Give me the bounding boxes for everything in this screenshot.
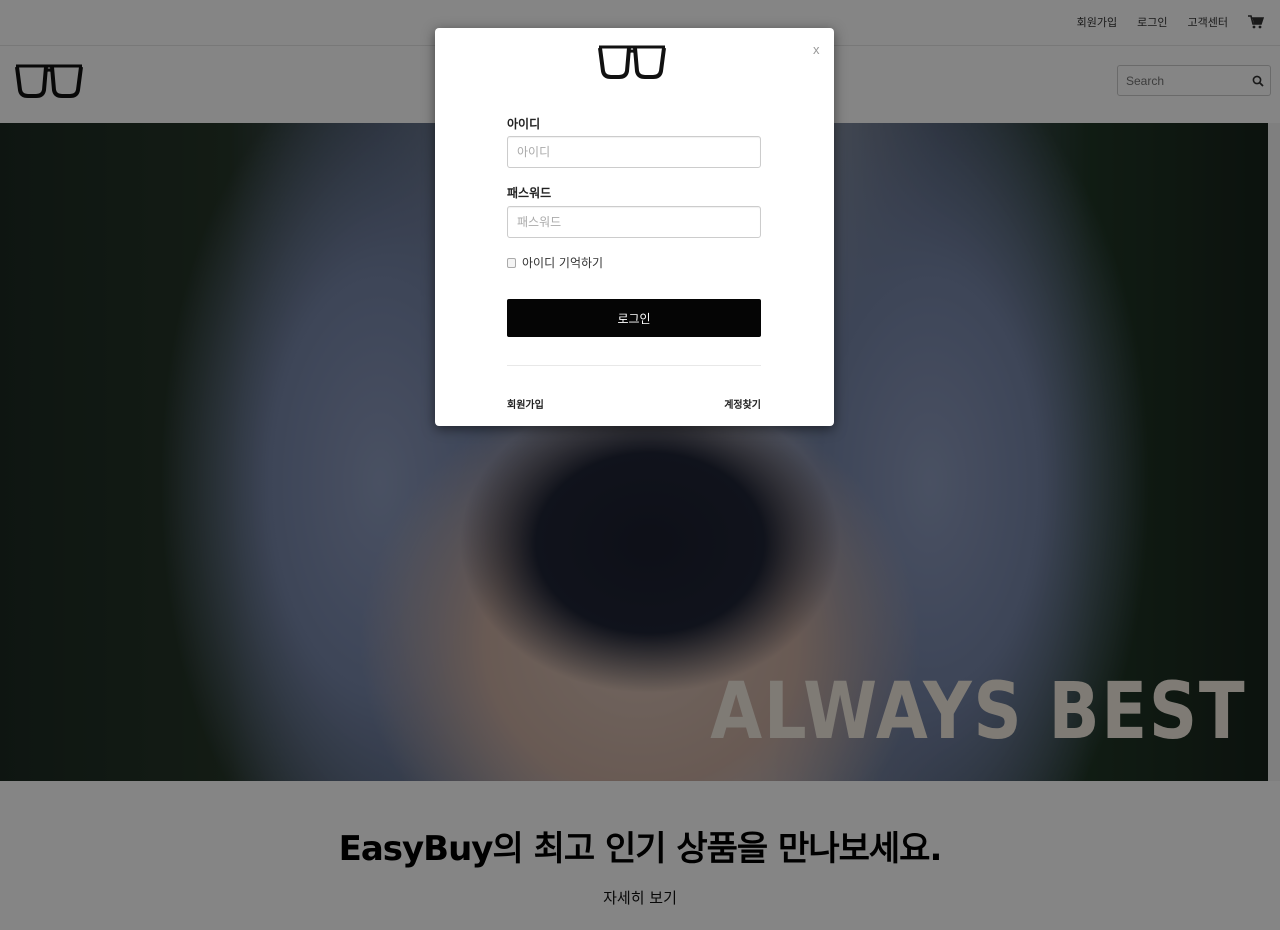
remember-label: 아이디 기억하기 bbox=[522, 256, 604, 270]
remember-checkbox[interactable] bbox=[507, 257, 516, 268]
divider bbox=[507, 365, 761, 366]
id-label: 아이디 bbox=[507, 117, 541, 131]
login-button[interactable]: 로그인 bbox=[507, 299, 761, 337]
close-button[interactable]: x bbox=[813, 42, 820, 57]
signup-link[interactable]: 회원가입 bbox=[507, 396, 544, 411]
login-modal: x 아이디 패스워드 아이디 기억하기 로그인 회원가입 계정찾기 bbox=[435, 28, 834, 426]
remember-id-option[interactable]: 아이디 기억하기 bbox=[507, 254, 603, 271]
glasses-icon bbox=[597, 44, 667, 84]
id-field[interactable] bbox=[507, 136, 761, 168]
find-account-link[interactable]: 계정찾기 bbox=[724, 396, 761, 411]
password-label: 패스워드 bbox=[507, 186, 552, 200]
password-field[interactable] bbox=[507, 206, 761, 238]
